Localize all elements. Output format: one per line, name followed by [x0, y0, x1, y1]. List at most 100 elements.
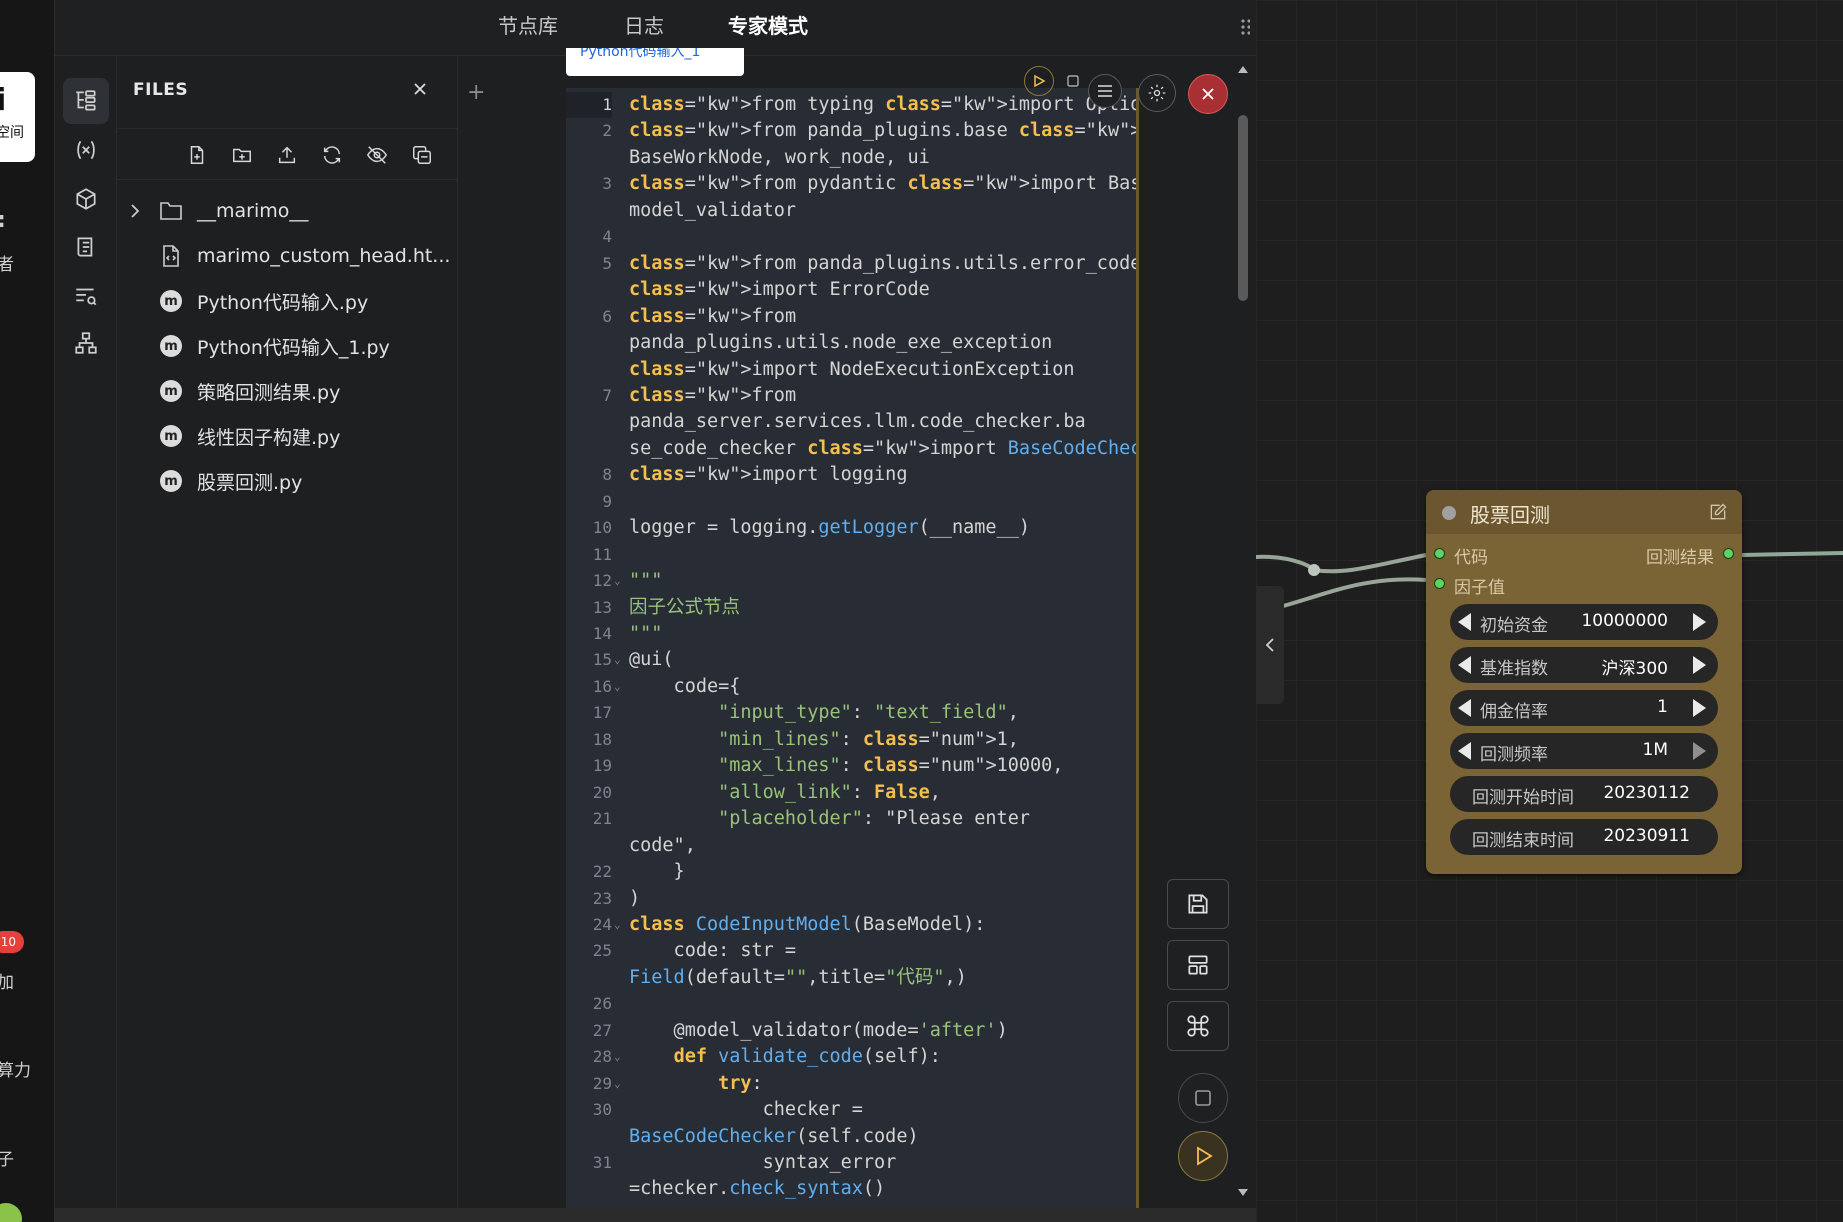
run-cell-icon[interactable]	[1024, 66, 1054, 96]
decrement-arrow-icon[interactable]	[1458, 699, 1471, 717]
layout-button[interactable]	[1167, 940, 1229, 990]
code-line[interactable]: panda_plugins.utils.node_exe_exception	[566, 330, 1136, 356]
stock-backtest-node[interactable]: 股票回测 代码 因子值 回测结果 初始资金 10000000 基准指数 沪深30…	[1426, 490, 1742, 874]
code-line[interactable]: 9	[566, 489, 1136, 515]
code-line[interactable]: 25 code: str =	[566, 938, 1136, 964]
increment-arrow-icon[interactable]	[1693, 742, 1706, 760]
code-line[interactable]: 31 syntax_error	[566, 1150, 1136, 1176]
code-line[interactable]: model_validator	[566, 198, 1136, 224]
code-line[interactable]: 15 ⌄ @ui(	[566, 647, 1136, 673]
code-line[interactable]: 13 因子公式节点	[566, 595, 1136, 621]
code-line[interactable]: 4	[566, 224, 1136, 250]
code-line[interactable]: 26	[566, 991, 1136, 1017]
decrement-arrow-icon[interactable]	[1458, 656, 1471, 674]
tree-item-notebook[interactable]: m 策略回测结果.py	[117, 371, 458, 411]
code-line[interactable]: 28 ⌄ def validate_code(self):	[566, 1044, 1136, 1070]
code-line[interactable]: 17 "input_type": "text_field",	[566, 700, 1136, 726]
file-explorer-icon[interactable]	[63, 78, 109, 124]
fold-chevron-icon[interactable]: ⌄	[614, 1071, 621, 1097]
cell-name-tab[interactable]: Python代码输入_1	[566, 48, 744, 76]
dependency-tree-icon[interactable]	[63, 320, 109, 366]
widget-end-date[interactable]: 回测结束时间 20230911	[1450, 819, 1718, 855]
drag-grip-icon[interactable]	[1240, 18, 1250, 36]
tree-item-notebook[interactable]: m 线性因子构建.py	[117, 416, 458, 456]
gear-icon[interactable]	[1138, 74, 1176, 112]
outline-icon[interactable]	[63, 224, 109, 270]
tab-expert-mode[interactable]: 专家模式	[728, 10, 808, 39]
code-line[interactable]: =checker.check_syntax()	[566, 1176, 1136, 1202]
new-folder-icon[interactable]	[229, 142, 255, 168]
code-line[interactable]: 10 logger = logging.getLogger(__name__)	[566, 515, 1136, 541]
code-editor[interactable]: 1 class="kw">from typing class="kw">impor…	[566, 88, 1139, 1208]
code-line[interactable]: 19 "max_lines": class="num">10000,	[566, 753, 1136, 779]
hide-files-icon[interactable]	[364, 142, 390, 168]
tree-item-notebook[interactable]: m Python代码输入_1.py	[117, 326, 458, 366]
code-line[interactable]: 1 class="kw">from typing class="kw">impor…	[566, 92, 1136, 118]
code-line[interactable]: panda_server.services.llm.code_checker.b…	[566, 409, 1136, 435]
widget-initial-capital[interactable]: 初始资金 10000000	[1450, 604, 1718, 640]
output-port-result[interactable]	[1723, 548, 1734, 559]
decrement-arrow-icon[interactable]	[1458, 742, 1471, 760]
code-line[interactable]: 18 "min_lines": class="num">1,	[566, 727, 1136, 753]
code-line[interactable]: 27 @model_validator(mode='after')	[566, 1018, 1136, 1044]
scrollbar-thumb[interactable]	[1238, 115, 1248, 301]
tree-item-notebook[interactable]: m 股票回测.py	[117, 461, 458, 501]
widget-frequency[interactable]: 回测频率 1M	[1450, 733, 1718, 769]
stop-cell-icon[interactable]	[1060, 68, 1086, 94]
upload-icon[interactable]	[274, 142, 300, 168]
fold-chevron-icon[interactable]: ⌄	[614, 568, 621, 594]
close-cell-icon[interactable]	[1188, 74, 1228, 114]
new-file-icon[interactable]	[184, 142, 210, 168]
widget-start-date[interactable]: 回测开始时间 20230112	[1450, 776, 1718, 812]
code-line[interactable]: se_code_checker class="kw">import BaseCo…	[566, 436, 1136, 462]
avatar[interactable]	[0, 1203, 22, 1222]
fold-chevron-icon[interactable]: ⌄	[614, 1044, 621, 1070]
code-line[interactable]: 8 class="kw">import logging	[566, 462, 1136, 488]
code-line[interactable]: 11	[566, 542, 1136, 568]
fold-chevron-icon[interactable]: ⌄	[614, 647, 621, 673]
decrement-arrow-icon[interactable]	[1458, 613, 1471, 631]
code-line[interactable]: 3 class="kw">from pydantic class="kw">imp…	[566, 171, 1136, 197]
run-all-button[interactable]	[1178, 1131, 1228, 1181]
code-line[interactable]: 23)	[566, 886, 1136, 912]
increment-arrow-icon[interactable]	[1693, 656, 1706, 674]
code-line[interactable]: 22 }	[566, 859, 1136, 885]
code-line[interactable]: BaseCodeChecker(self.code)	[566, 1124, 1136, 1150]
increment-arrow-icon[interactable]	[1693, 613, 1706, 631]
code-line[interactable]: class="kw">import ErrorCode	[566, 277, 1136, 303]
code-line[interactable]: 6 class="kw">from	[566, 304, 1136, 330]
menu-icon[interactable]	[1088, 74, 1122, 108]
side-label-3[interactable]: 算力	[0, 1056, 31, 1081]
stop-all-button[interactable]	[1178, 1073, 1228, 1123]
tree-item-notebook[interactable]: m Python代码输入.py	[117, 281, 458, 321]
code-line[interactable]: 24 ⌄ class CodeInputModel(BaseModel):	[566, 912, 1136, 938]
tree-item-file[interactable]: marimo_custom_head.ht...	[117, 236, 458, 276]
edit-icon[interactable]	[1708, 502, 1728, 526]
tab-node-library[interactable]: 节点库	[498, 10, 558, 39]
chevron-right-icon[interactable]	[129, 203, 149, 219]
workspace-card[interactable]: i 空间	[0, 72, 35, 162]
code-line[interactable]: 30 checker =	[566, 1097, 1136, 1123]
code-line[interactable]: BaseWorkNode, work_node, ui	[566, 145, 1136, 171]
collapse-panel-button[interactable]	[1256, 586, 1284, 704]
fold-chevron-icon[interactable]: ⌄	[614, 912, 621, 938]
command-palette-button[interactable]	[1167, 1001, 1229, 1051]
search-list-icon[interactable]	[63, 273, 109, 319]
code-line[interactable]: 20 "allow_link": False,	[566, 780, 1136, 806]
collapse-all-icon[interactable]	[409, 142, 435, 168]
code-line[interactable]: 29 ⌄ try:	[566, 1071, 1136, 1097]
refresh-icon[interactable]	[319, 142, 345, 168]
code-line[interactable]: 2 class="kw">from panda_plugins.base clas…	[566, 118, 1136, 144]
tree-item-folder[interactable]: __marimo__	[117, 191, 458, 231]
input-port-code[interactable]	[1434, 548, 1445, 559]
widget-benchmark[interactable]: 基准指数 沪深300	[1450, 647, 1718, 683]
code-line[interactable]: code",	[566, 833, 1136, 859]
code-line[interactable]: Field(default="",title="代码",)	[566, 965, 1136, 991]
package-icon[interactable]	[63, 176, 109, 222]
side-label-1[interactable]: 者	[0, 250, 14, 275]
side-label-4[interactable]: 子	[0, 1145, 14, 1170]
code-line[interactable]: 16 ⌄ code={	[566, 674, 1136, 700]
code-line[interactable]: 5 class="kw">from panda_plugins.utils.err…	[566, 251, 1136, 277]
code-line[interactable]: class="kw">import NodeExecutionException	[566, 357, 1136, 383]
input-port-factor[interactable]	[1434, 578, 1445, 589]
